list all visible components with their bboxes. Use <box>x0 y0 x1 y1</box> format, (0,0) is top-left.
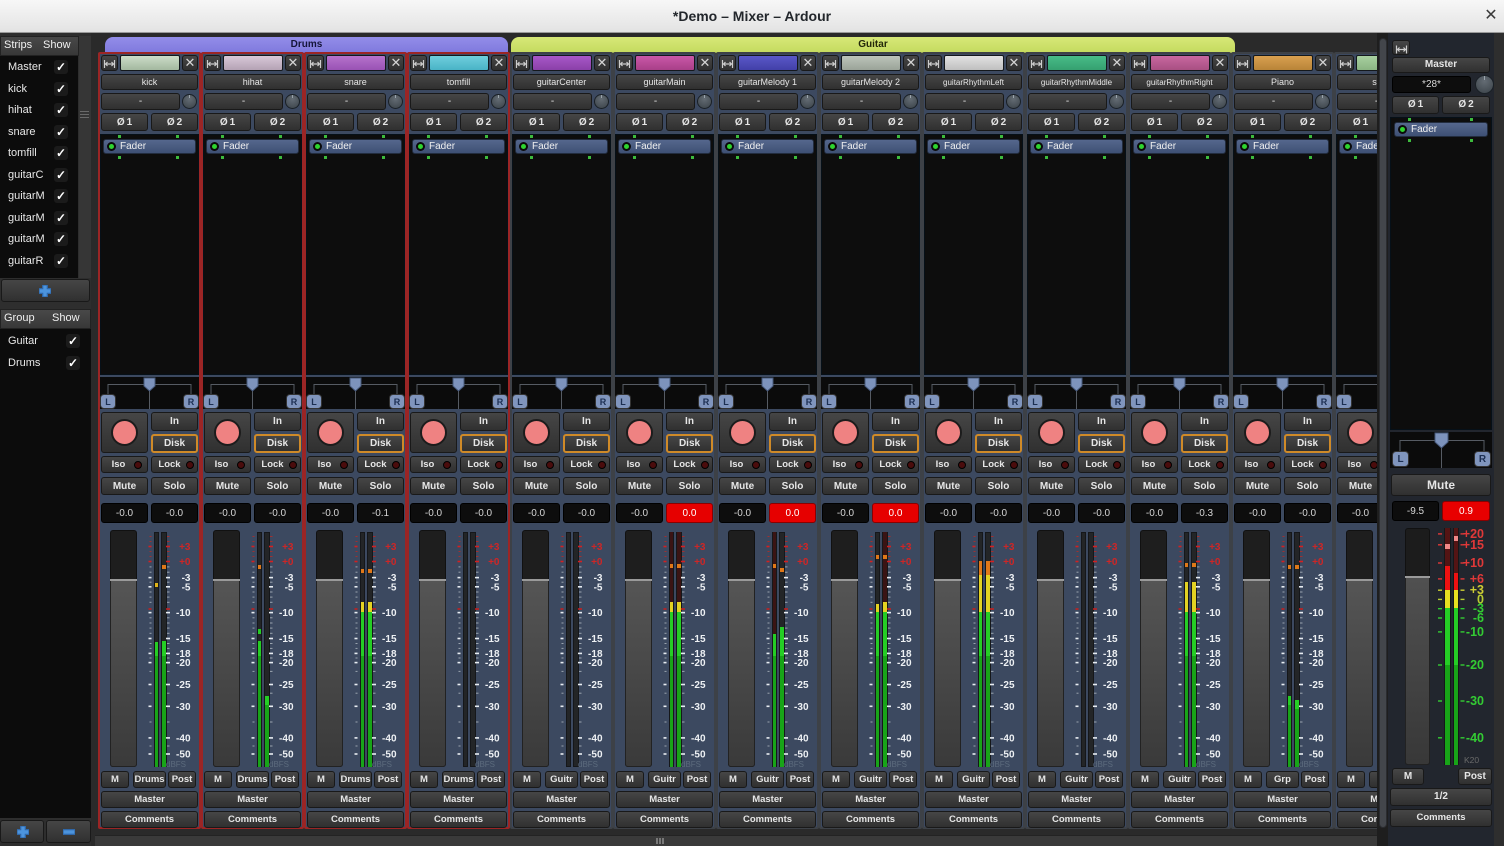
svg-text:+10: +10 <box>1463 556 1484 570</box>
svg-text:-30: -30 <box>1466 694 1484 708</box>
svg-text:-20: -20 <box>1466 658 1484 672</box>
svg-text:-6: -6 <box>1473 611 1484 625</box>
svg-text:-10: -10 <box>1466 625 1484 639</box>
svg-text:K20: K20 <box>1464 755 1479 765</box>
svg-text:-40: -40 <box>1466 731 1484 745</box>
svg-text:+15: +15 <box>1463 538 1484 552</box>
